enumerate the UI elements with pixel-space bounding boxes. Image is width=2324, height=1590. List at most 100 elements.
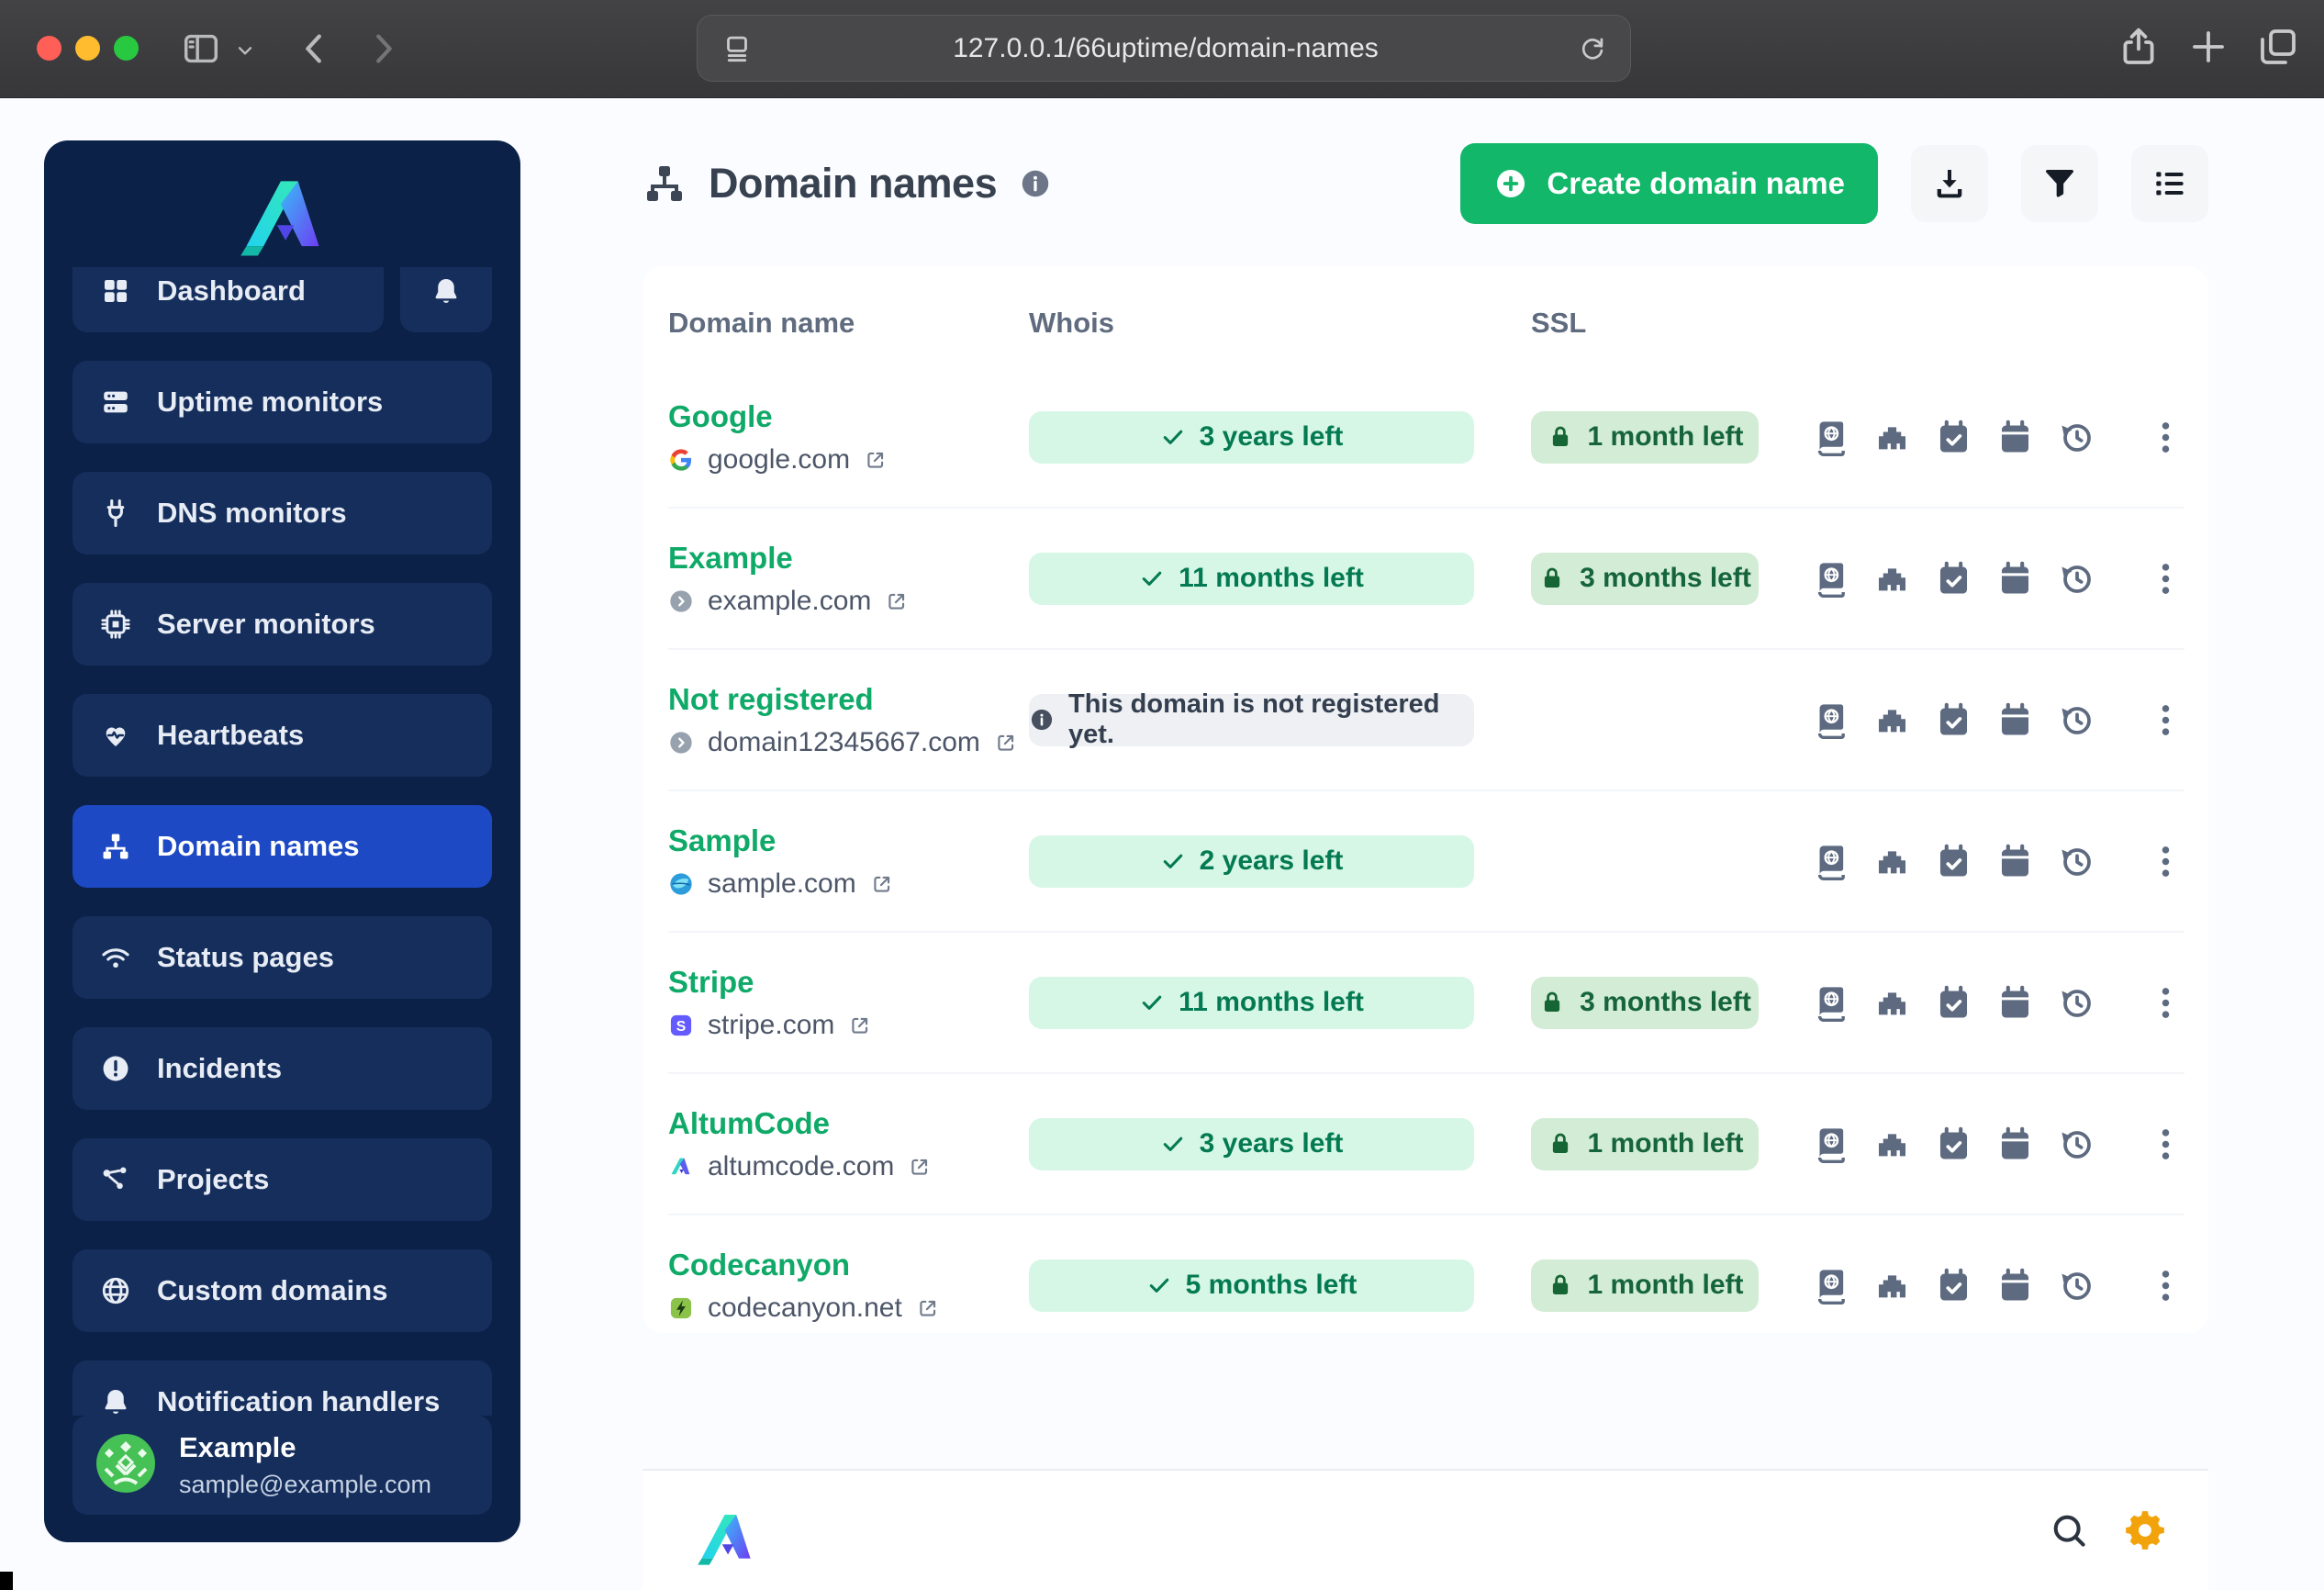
tabs-overview-icon[interactable] (2256, 25, 2300, 69)
notifications-bell-button[interactable] (400, 267, 492, 332)
address-bar[interactable]: 127.0.0.1/66uptime/domain-names (697, 15, 1631, 82)
table-row: Google google.com 3 years left 1 month left (668, 367, 2184, 507)
ethernet-icon[interactable] (1873, 560, 1911, 598)
table-row: Sample sample.com 2 years left (668, 789, 2184, 931)
sidebar-item-projects[interactable]: Projects (73, 1138, 492, 1221)
calendar-check-icon[interactable] (1935, 984, 1972, 1022)
minimize-window-button[interactable] (75, 36, 100, 61)
search-icon[interactable] (2049, 1510, 2089, 1551)
external-link-icon[interactable] (848, 1013, 872, 1037)
calendar-check-icon[interactable] (1935, 843, 1972, 880)
svg-text:S: S (676, 1018, 687, 1034)
external-link-icon[interactable] (916, 1296, 940, 1320)
calendar-check-icon[interactable] (1935, 1125, 1972, 1163)
whois-badge: 2 years left (1029, 834, 1474, 888)
whois-book-icon[interactable] (1812, 701, 1849, 739)
history-icon[interactable] (2058, 843, 2095, 880)
calendar-icon[interactable] (1996, 984, 2034, 1022)
sidebar-item-notification-handlers[interactable]: Notification handlers (73, 1360, 492, 1416)
domain-name-link[interactable]: Sample (668, 823, 1029, 858)
sidebar-item-label: Projects (157, 1163, 270, 1195)
calendar-check-icon[interactable] (1935, 1267, 1972, 1304)
sidebar-item-status-pages[interactable]: Status pages (73, 916, 492, 999)
sidebar-item-custom-domains[interactable]: Custom domains (73, 1249, 492, 1332)
calendar-icon[interactable] (1996, 843, 2034, 880)
history-icon[interactable] (2058, 701, 2095, 739)
whois-book-icon[interactable] (1812, 560, 1849, 598)
sidebar-item-dns-monitors[interactable]: DNS monitors (73, 472, 492, 554)
chevron-down-icon[interactable] (233, 39, 257, 62)
history-icon[interactable] (2058, 419, 2095, 456)
row-menu-ellipsis-icon[interactable] (2147, 701, 2184, 739)
sidebar-item-dashboard[interactable]: Dashboard (73, 267, 384, 332)
calendar-icon[interactable] (1996, 560, 2034, 598)
zoom-window-button[interactable] (114, 36, 139, 61)
row-menu-ellipsis-icon[interactable] (2147, 560, 2184, 598)
calendar-icon[interactable] (1996, 701, 2034, 739)
info-icon[interactable] (1019, 167, 1052, 200)
whois-book-icon[interactable] (1812, 1267, 1849, 1304)
export-button[interactable] (1911, 145, 1988, 222)
row-menu-ellipsis-icon[interactable] (2147, 1267, 2184, 1304)
sidebar-toggle-icon[interactable] (180, 28, 222, 70)
heartbeat-icon (100, 720, 131, 751)
domain-name-link[interactable]: Example (668, 541, 1029, 576)
gear-icon[interactable] (2122, 1507, 2168, 1553)
calendar-check-icon[interactable] (1935, 419, 1972, 456)
sidebar-item-incidents[interactable]: Incidents (73, 1027, 492, 1110)
back-icon[interactable] (294, 28, 336, 70)
domain-name-link[interactable]: Codecanyon (668, 1248, 1029, 1282)
calendar-icon[interactable] (1996, 1125, 2034, 1163)
new-tab-icon[interactable] (2186, 25, 2230, 69)
forward-icon[interactable] (362, 28, 404, 70)
calendar-icon[interactable] (1996, 1267, 2034, 1304)
create-domain-name-button[interactable]: Create domain name (1460, 143, 1878, 224)
table-row: Stripe Sstripe.com 11 months left 3 months … (668, 931, 2184, 1072)
domain-name-link[interactable]: Google (668, 399, 1029, 434)
whois-book-icon[interactable] (1812, 843, 1849, 880)
domain-name-link[interactable]: Not registered (668, 682, 1029, 717)
ethernet-icon[interactable] (1873, 701, 1911, 739)
reload-icon[interactable] (1577, 33, 1608, 64)
external-link-icon[interactable] (870, 872, 894, 896)
history-icon[interactable] (2058, 1125, 2095, 1163)
filter-button[interactable] (2021, 145, 2098, 222)
history-icon[interactable] (2058, 1267, 2095, 1304)
row-menu-ellipsis-icon[interactable] (2147, 843, 2184, 880)
row-menu-ellipsis-icon[interactable] (2147, 419, 2184, 456)
external-link-icon[interactable] (885, 589, 909, 613)
ethernet-icon[interactable] (1873, 843, 1911, 880)
share-icon[interactable] (2117, 25, 2161, 69)
sidebar-item-domain-names[interactable]: Domain names (73, 805, 492, 888)
ethernet-icon[interactable] (1873, 419, 1911, 456)
calendar-check-icon[interactable] (1935, 560, 1972, 598)
whois-book-icon[interactable] (1812, 419, 1849, 456)
history-icon[interactable] (2058, 984, 2095, 1022)
columns-button[interactable] (2131, 145, 2208, 222)
whois-book-icon[interactable] (1812, 984, 1849, 1022)
codecanyon-favicon-icon (668, 1295, 694, 1321)
ssl-badge: 3 months left (1531, 976, 1759, 1029)
external-link-icon[interactable] (994, 731, 1018, 755)
close-window-button[interactable] (37, 36, 61, 61)
calendar-icon[interactable] (1996, 419, 2034, 456)
whois-book-icon[interactable] (1812, 1125, 1849, 1163)
user-card[interactable]: Example sample@example.com (73, 1416, 492, 1515)
sidebar-item-uptime-monitors[interactable]: Uptime monitors (73, 361, 492, 443)
google-favicon-icon (668, 447, 694, 473)
ethernet-icon[interactable] (1873, 1125, 1911, 1163)
calendar-check-icon[interactable] (1935, 701, 1972, 739)
history-icon[interactable] (2058, 560, 2095, 598)
sidebar-item-server-monitors[interactable]: Server monitors (73, 583, 492, 666)
row-menu-ellipsis-icon[interactable] (2147, 984, 2184, 1022)
domain-name-link[interactable]: Stripe (668, 965, 1029, 1000)
external-link-icon[interactable] (908, 1155, 932, 1179)
column-domain-name: Domain name (668, 307, 855, 339)
ethernet-icon[interactable] (1873, 1267, 1911, 1304)
row-menu-ellipsis-icon[interactable] (2147, 1125, 2184, 1163)
page-settings-icon[interactable] (720, 31, 754, 66)
ethernet-icon[interactable] (1873, 984, 1911, 1022)
domain-name-link[interactable]: AltumCode (668, 1106, 1029, 1141)
external-link-icon[interactable] (864, 448, 888, 472)
sidebar-item-heartbeats[interactable]: Heartbeats (73, 694, 492, 777)
